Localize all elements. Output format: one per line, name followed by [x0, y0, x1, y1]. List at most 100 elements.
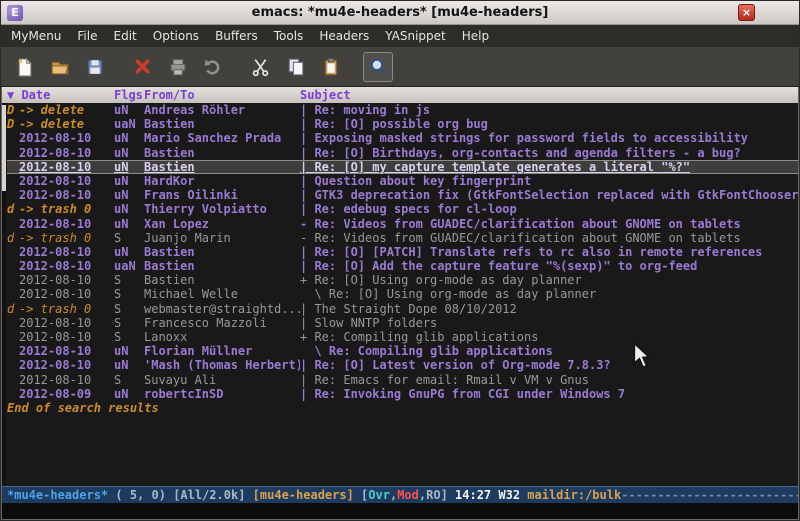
menu-yasnippet[interactable]: YASnippet: [377, 25, 454, 47]
subject-cell: | Re: [O] Latest version of Org-mode 7.8…: [300, 358, 798, 372]
message-row[interactable]: 2012-08-10 uN Florian Müllner \ Re: Comp…: [7, 344, 798, 358]
flags-cell: S: [114, 330, 144, 344]
flags-cell: S: [114, 316, 144, 330]
menu-options[interactable]: Options: [145, 25, 207, 47]
date-cell: 2012-08-10: [19, 259, 114, 273]
message-row[interactable]: 2012-08-10 uN Frans Oilinki | GTK3 depre…: [7, 188, 798, 202]
column-header-2[interactable]: From/To: [144, 88, 300, 102]
message-row[interactable]: 2012-08-10 S Lanoxx + Re: Compiling glib…: [7, 330, 798, 344]
scrollbar-thumb[interactable]: [2, 105, 6, 191]
flags-cell: uN: [114, 358, 144, 372]
copy-button[interactable]: [280, 52, 310, 82]
date-cell: 2012-08-10: [19, 217, 114, 231]
message-row[interactable]: d -> trash 0 uN Thierry Volpiatto | Re: …: [7, 202, 798, 216]
scissors-icon: [250, 56, 271, 77]
flags-cell: S: [114, 231, 144, 245]
subject-cell: | Re: edebug specs for cl-loop: [300, 202, 798, 216]
save-button[interactable]: [79, 52, 109, 82]
flags-cell: uN: [114, 202, 144, 216]
flags-cell: uN: [114, 217, 144, 231]
message-row[interactable]: D -> delete uN Andreas Röhler | Re: movi…: [7, 103, 798, 117]
column-header-0[interactable]: ▼ Date: [7, 88, 114, 102]
message-row[interactable]: 2012-08-10 S Michael Welle \ Re: [O] Usi…: [7, 287, 798, 301]
title-bar[interactable]: E emacs: *mu4e-headers* [mu4e-headers] ×: [1, 1, 799, 25]
echo-area[interactable]: [1, 503, 799, 520]
from-cell: robertcInSD: [144, 387, 300, 401]
flags-cell: uN: [114, 188, 144, 202]
date-cell: 2012-08-10: [19, 344, 114, 358]
menu-headers[interactable]: Headers: [311, 25, 377, 47]
from-cell: Florian Müllner: [144, 344, 300, 358]
message-row[interactable]: 2012-08-10 uN Xan Lopez - Re: Videos fro…: [7, 217, 798, 231]
mark-cell: D: [7, 117, 19, 131]
message-row[interactable]: d -> trash 0 S webmaster@straightd... | …: [7, 302, 798, 316]
subject-cell: | Re: [O] Add the capture feature "%(sex…: [300, 259, 798, 273]
open-file-button[interactable]: [44, 52, 74, 82]
subject-cell: + Re: Compiling glib applications: [300, 330, 798, 344]
menu-edit[interactable]: Edit: [106, 25, 145, 47]
from-cell: Bastien: [144, 273, 300, 287]
date-cell: 2012-08-10: [19, 174, 114, 188]
flags-cell: S: [114, 273, 144, 287]
message-row[interactable]: D -> delete uaN Bastien | Re: [O] possib…: [7, 117, 798, 131]
print-button[interactable]: [162, 52, 192, 82]
mark-cell: [7, 316, 19, 330]
paste-button[interactable]: [315, 52, 345, 82]
scrollbar[interactable]: [2, 103, 6, 486]
close-buffer-button[interactable]: [127, 52, 157, 82]
column-header-3[interactable]: Subject: [300, 88, 351, 102]
menu-buffers[interactable]: Buffers: [207, 25, 266, 47]
date-cell: 2012-08-10: [19, 358, 114, 372]
menu-mymenu[interactable]: MyMenu: [3, 25, 69, 47]
flags-cell: uN: [114, 146, 144, 160]
subject-cell: \ Re: [O] Using org-mode as day planner: [300, 287, 798, 301]
cut-button[interactable]: [245, 52, 275, 82]
message-row[interactable]: 2012-08-10 uN Bastien | Re: [O] my captu…: [7, 160, 798, 174]
menu-tools[interactable]: Tools: [266, 25, 312, 47]
mu4e-headers-buffer[interactable]: ▼ DateFlgsFrom/ToSubject D -> delete uN …: [1, 87, 799, 486]
menu-file[interactable]: File: [69, 25, 105, 47]
subject-cell: | Re: [O] my capture template generates …: [300, 160, 798, 174]
message-row[interactable]: 2012-08-10 uN 'Mash (Thomas Herbert) | R…: [7, 358, 798, 372]
message-row[interactable]: 2012-08-10 S Suvayu Ali | Re: Emacs for …: [7, 373, 798, 387]
from-cell: Mario Sanchez Prada: [144, 131, 300, 145]
message-row[interactable]: 2012-08-10 S Bastien + Re: [O] Using org…: [7, 273, 798, 287]
message-row[interactable]: 2012-08-10 uaN Bastien | Re: [O] Add the…: [7, 259, 798, 273]
menu-bar: MyMenuFileEditOptionsBuffersToolsHeaders…: [1, 25, 799, 47]
date-cell: 2012-08-10: [19, 273, 114, 287]
emacs-app-icon: E: [7, 5, 23, 21]
subject-cell: - Re: Videos from GUADEC/clarification a…: [300, 217, 798, 231]
date-cell: 2012-08-10: [19, 160, 114, 174]
modeline-dim: ,: [390, 488, 397, 502]
subject-cell: | Re: [O] Birthdays, org-contacts and ag…: [300, 146, 798, 160]
menu-help[interactable]: Help: [454, 25, 497, 47]
from-cell: Juanjo Marin: [144, 231, 300, 245]
undo-button[interactable]: [197, 52, 227, 82]
mark-cell: D: [7, 103, 19, 117]
date-cell: 2012-08-09: [19, 387, 114, 401]
search-button[interactable]: [363, 52, 393, 82]
mark-cell: [7, 131, 19, 145]
date-cell: 2012-08-10: [19, 245, 114, 259]
message-row[interactable]: 2012-08-10 uN Mario Sanchez Prada | Expo…: [7, 131, 798, 145]
flags-cell: S: [114, 302, 144, 316]
date-cell: 2012-08-10: [19, 146, 114, 160]
tool-bar: [1, 47, 799, 87]
new-file-button[interactable]: [9, 52, 39, 82]
message-row[interactable]: 2012-08-10 uN Bastien | Re: [O] [PATCH] …: [7, 245, 798, 259]
from-cell: webmaster@straightd...: [144, 302, 300, 316]
from-cell: Frans Oilinki: [144, 188, 300, 202]
date-cell: -> trash 0: [19, 302, 114, 316]
message-row[interactable]: 2012-08-10 uN Bastien | Re: [O] Birthday…: [7, 146, 798, 160]
message-row[interactable]: 2012-08-09 uN robertcInSD | Re: Invoking…: [7, 387, 798, 401]
date-cell: -> trash 0: [19, 202, 114, 216]
message-row[interactable]: 2012-08-10 uN HardKor | Question about k…: [7, 174, 798, 188]
message-row[interactable]: 2012-08-10 S Francesco Mazzoli | Slow NN…: [7, 316, 798, 330]
flags-cell: uN: [114, 160, 144, 174]
column-header-1[interactable]: Flgs: [114, 88, 144, 102]
copy-icon: [285, 56, 306, 77]
mark-cell: [7, 344, 19, 358]
close-window-button[interactable]: ×: [738, 4, 755, 21]
mark-cell: [7, 287, 19, 301]
message-row[interactable]: d -> trash 0 S Juanjo Marin - Re: Videos…: [7, 231, 798, 245]
